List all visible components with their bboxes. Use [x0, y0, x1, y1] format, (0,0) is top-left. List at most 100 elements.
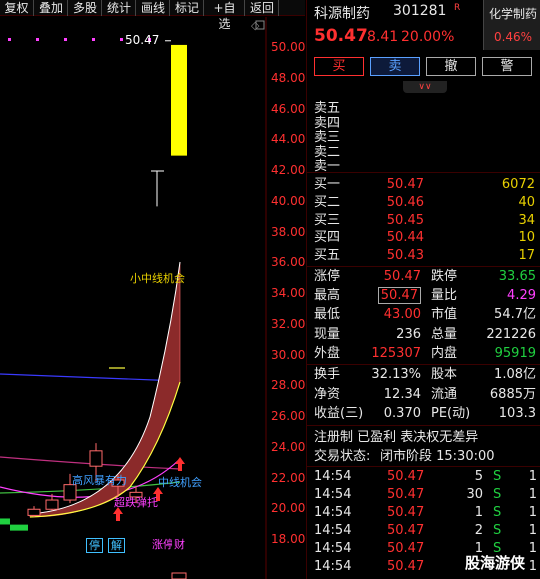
- buy-level-label: 买五: [314, 248, 341, 264]
- candle-body: [89, 450, 103, 467]
- stat-value: 221226: [486, 326, 536, 342]
- last-price: 50.47: [314, 26, 368, 46]
- volume-bar: [171, 572, 187, 579]
- collapse-toggle[interactable]: ∨∨: [403, 81, 447, 93]
- buy-level-row[interactable]: 买一 50.47 6072: [307, 176, 540, 194]
- buy-level-price: 50.45: [386, 212, 424, 228]
- trade-status-label: 交易状态:: [314, 449, 371, 464]
- buy-level-label: 买四: [314, 230, 341, 246]
- kline-chart[interactable]: ◇ 50.00 48.00 46.00 44.00 42.00 40.00 38.00 36.…: [0, 17, 305, 579]
- industry-change: 0.46%: [493, 30, 533, 44]
- buy-level-price: 50.43: [386, 248, 424, 264]
- stat-label: 内盘: [431, 345, 458, 361]
- signal-annotation: 超跌弹托: [114, 496, 158, 509]
- high-price-label: 50.47: [125, 32, 160, 47]
- toolbar-button[interactable]: 画线: [137, 0, 170, 16]
- stat-value: 50.47: [383, 269, 421, 284]
- top-marker-dot: [64, 38, 67, 41]
- signal-annotation: 小中线机会: [130, 272, 185, 285]
- industry-name: 化学制药: [488, 7, 537, 21]
- tick-row[interactable]: 14:54 50.47 5 S 1: [307, 468, 540, 486]
- toolbar-button[interactable]: +自选: [205, 0, 245, 31]
- candle-body: [45, 499, 59, 510]
- buy-level-volume: 10: [518, 230, 535, 246]
- quote-panel: 科源制药 301281 R 化学制药 0.46% 50.47 8.41 20.0…: [306, 0, 540, 579]
- alert-button[interactable]: 警: [482, 57, 532, 76]
- stat-label: 外盘: [314, 345, 341, 361]
- toolbar-button[interactable]: 叠加: [35, 0, 68, 16]
- y-tick-label: 46.00: [271, 101, 306, 116]
- sell-level-row[interactable]: 卖一: [307, 158, 540, 176]
- stat-value: 32.13%: [371, 367, 421, 382]
- stat-value: 125307: [371, 345, 421, 361]
- signal-annotation: 高风暴有力: [72, 474, 127, 487]
- buy-level-row[interactable]: 买五 50.43 17: [307, 247, 540, 265]
- watermark: 股海游侠: [461, 552, 530, 573]
- y-tick-label: 40.00: [271, 193, 306, 208]
- listing-info: 注册制 已盈利 表决权无差异: [307, 429, 540, 447]
- stat-value: 4.29: [507, 288, 536, 304]
- buy-level-price: 50.46: [386, 194, 424, 210]
- event-tag[interactable]: 财: [172, 538, 187, 551]
- y-tick-label: 50.00: [271, 40, 306, 54]
- y-tick-label: 28.00: [271, 378, 306, 393]
- stat-value: 12.34: [383, 386, 421, 402]
- tick-price: 50.47: [387, 469, 425, 484]
- stat-label: 股本: [431, 367, 458, 382]
- tick-row[interactable]: 14:54 50.47 30 S 1: [307, 486, 540, 504]
- signal-annotation: 中线机会: [158, 476, 202, 489]
- stock-code: 301281: [393, 3, 447, 19]
- tick-side: S: [493, 505, 502, 520]
- buy-level-row[interactable]: 买三 50.45 34: [307, 212, 540, 230]
- stat-value: 236: [396, 326, 421, 342]
- toolbar-button[interactable]: 标记: [171, 0, 204, 16]
- top-marker-dot: [36, 38, 39, 41]
- tick-time: 14:54: [314, 487, 352, 502]
- stock-name: 科源制药: [314, 6, 370, 22]
- buy-level-label: 买二: [314, 194, 341, 210]
- buy-button[interactable]: 买: [314, 57, 364, 76]
- buy-level-label: 买一: [314, 177, 341, 192]
- toolbar-button[interactable]: 返回: [246, 0, 279, 16]
- toolbar-button[interactable]: 多股: [69, 0, 102, 16]
- tick-count: 1: [528, 541, 537, 556]
- buy-level-row[interactable]: 买二 50.46 40: [307, 194, 540, 212]
- tick-row[interactable]: 14:5450.471S1: [307, 504, 540, 522]
- buy-level-price: 50.47: [386, 177, 424, 192]
- cancel-order-button[interactable]: 撤: [426, 57, 476, 76]
- price-change: 8.41: [367, 29, 399, 45]
- tick-side: S: [493, 487, 502, 502]
- stat-label: 净资: [314, 386, 341, 402]
- stat-value: 0.370: [383, 406, 421, 421]
- stat-value: 50.47: [377, 287, 421, 305]
- y-tick-label: 38.00: [271, 224, 306, 239]
- buy-level-volume: 34: [518, 212, 535, 228]
- toolbar-button[interactable]: 统计: [103, 0, 136, 16]
- event-tag[interactable]: 解: [108, 538, 125, 553]
- stat-label: 市值: [431, 307, 458, 323]
- tick-count: 1: [528, 505, 537, 520]
- stat-row: 最高 50.47 量比 4.29: [307, 287, 540, 305]
- y-tick-label: 30.00: [271, 347, 306, 362]
- stat-row: 净资 12.34 流通 6885万: [307, 386, 540, 404]
- stat-label: 量比: [431, 288, 458, 304]
- sell-button[interactable]: 卖: [370, 57, 420, 76]
- buy-level-row[interactable]: 买四 50.44 10: [307, 229, 540, 247]
- buy-level-volume: 40: [518, 194, 535, 210]
- event-tag[interactable]: 停: [86, 538, 103, 553]
- buy-level-price: 50.44: [386, 230, 424, 246]
- industry-box[interactable]: 化学制药 0.46%: [483, 0, 540, 50]
- tick-row[interactable]: 14:54 50.47 2 S 1: [307, 522, 540, 540]
- stat-row: 收益(三) 0.370 PE(动) 103.3: [307, 405, 540, 423]
- listing-info-text: 注册制 已盈利 表决权无差异: [314, 430, 479, 445]
- candle-down: [10, 524, 28, 531]
- tick-time: 14:54: [314, 505, 352, 520]
- y-tick-label: 20.00: [271, 501, 306, 516]
- toolbar-button[interactable]: 复权: [0, 0, 34, 16]
- buy-level-volume: 6072: [501, 177, 535, 192]
- stat-row: 现量 236 总量 221226: [307, 326, 540, 344]
- limit-up-candle: [171, 44, 187, 156]
- divider: [307, 172, 540, 173]
- top-marker-dot: [120, 38, 123, 41]
- ma-line-long: [0, 373, 181, 382]
